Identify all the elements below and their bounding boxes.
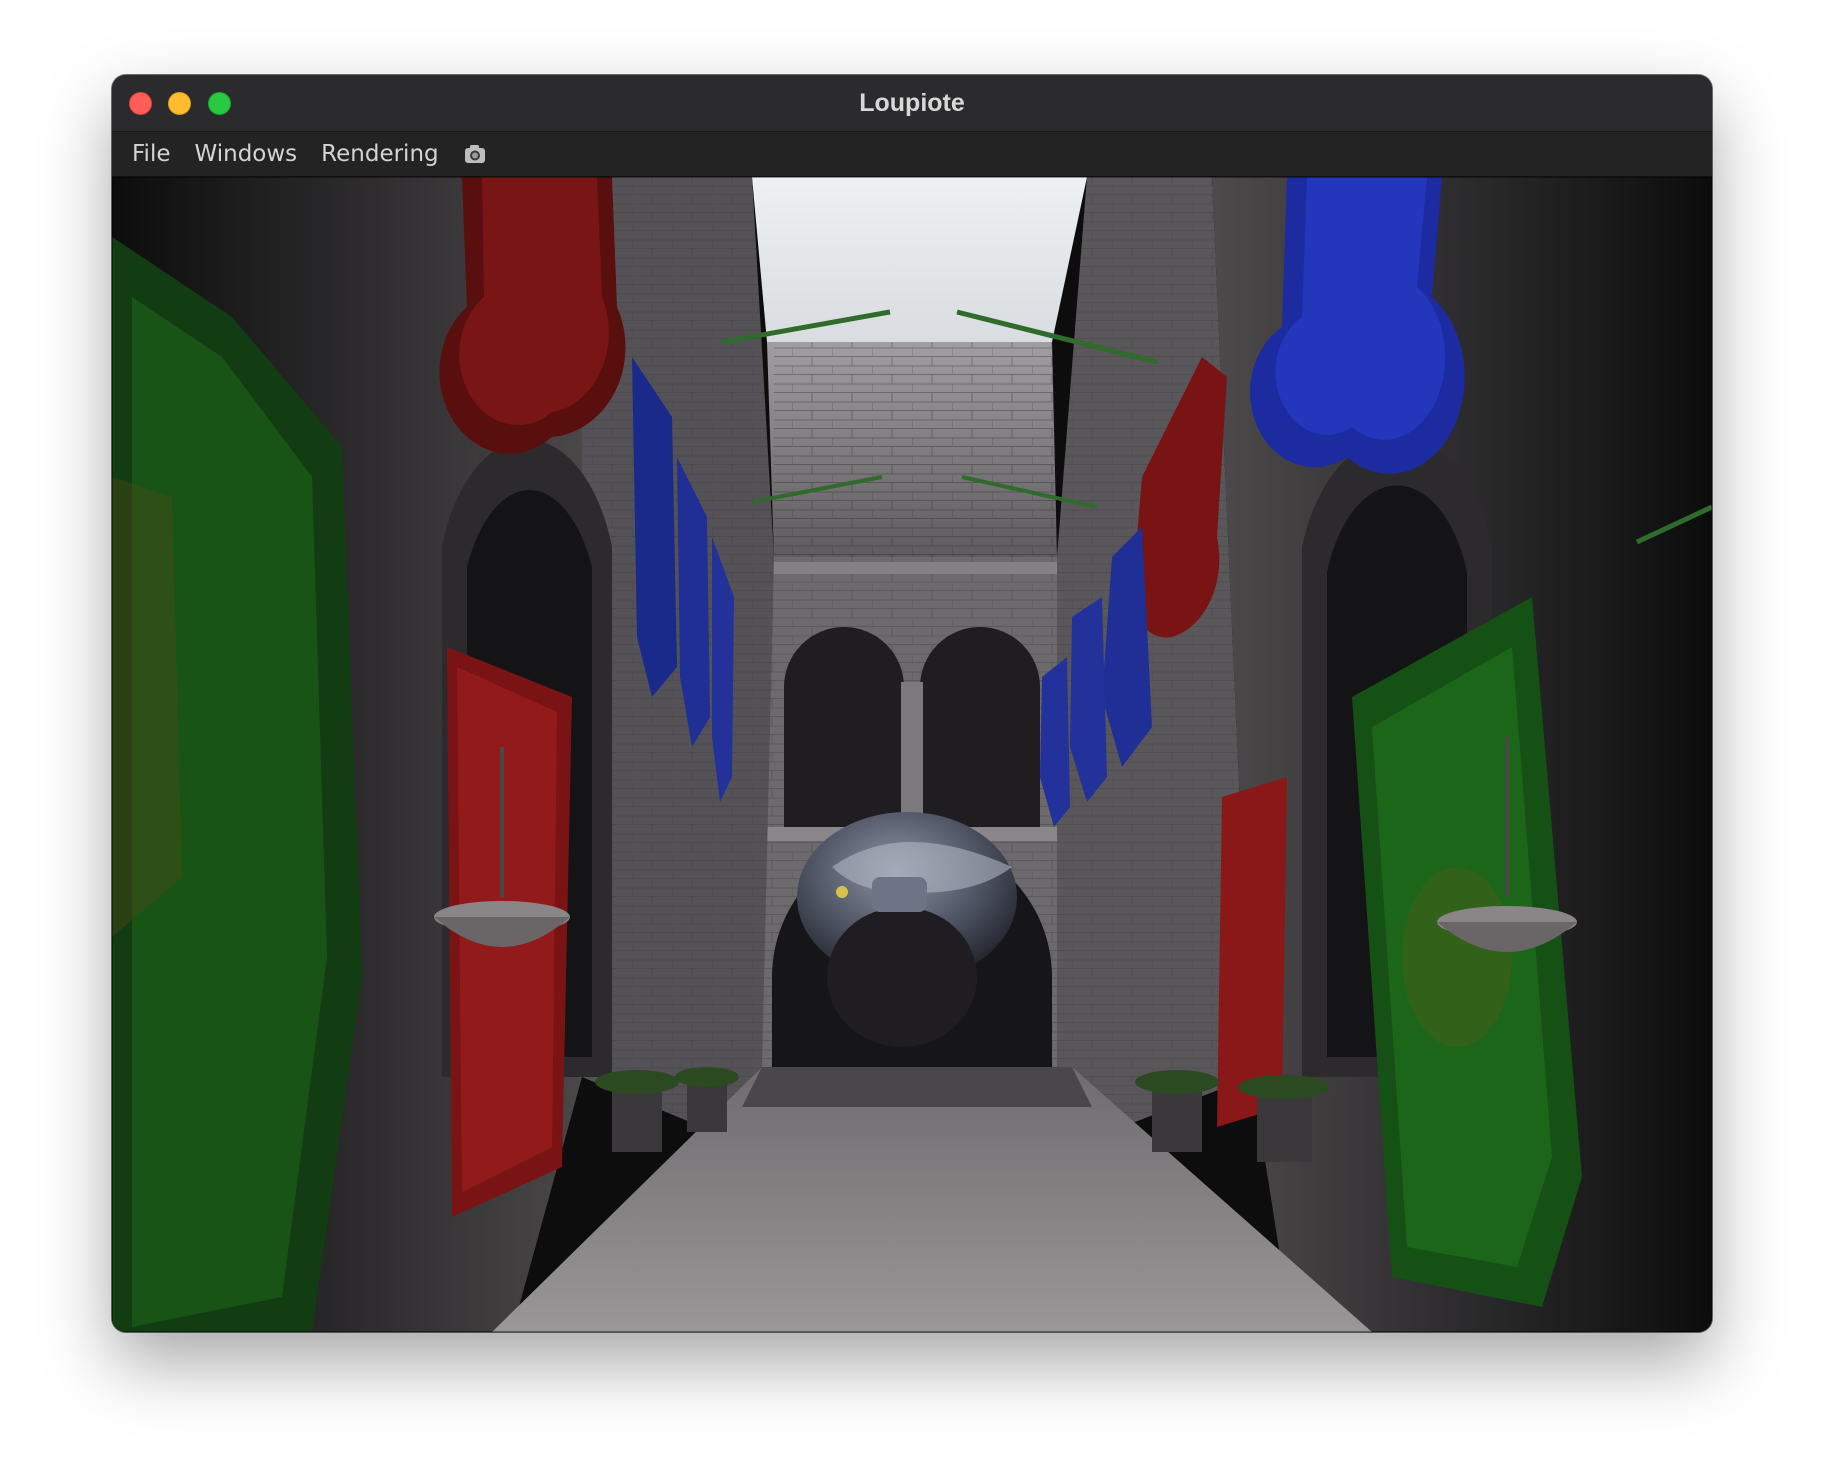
rendered-scene	[112, 177, 1712, 1332]
render-viewport[interactable]	[112, 177, 1712, 1332]
camera-icon[interactable]	[463, 143, 487, 165]
menu-bar: File Windows Rendering	[112, 132, 1712, 177]
menu-file[interactable]: File	[112, 132, 183, 176]
window-title: Loupiote	[859, 89, 965, 117]
menu-rendering[interactable]: Rendering	[309, 132, 450, 176]
app-window: Loupiote File Windows Rendering	[112, 75, 1712, 1332]
menu-windows[interactable]: Windows	[183, 132, 310, 176]
title-bar[interactable]: Loupiote	[112, 75, 1712, 132]
